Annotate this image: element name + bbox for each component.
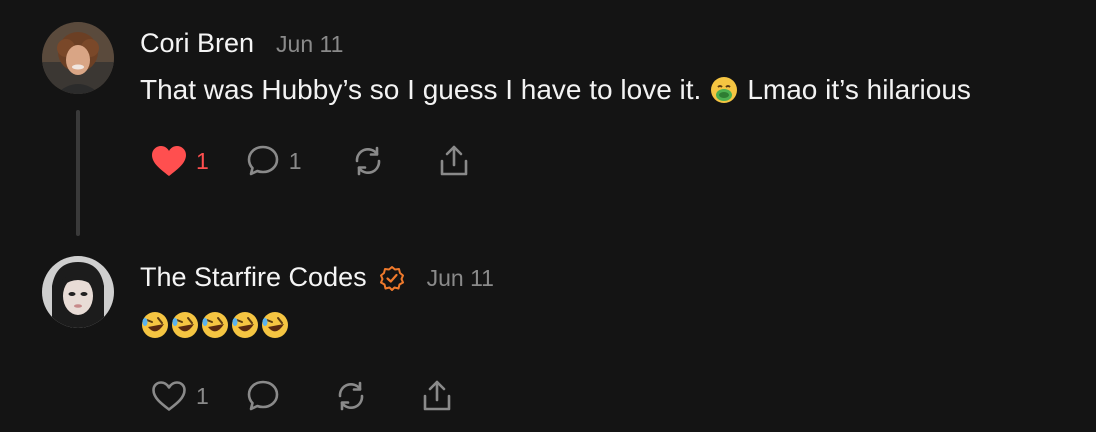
repost-button[interactable] — [350, 143, 386, 179]
share-icon — [419, 378, 455, 414]
heart-outline-icon — [150, 379, 188, 413]
reply-button[interactable] — [245, 378, 281, 414]
post-text-before: That was Hubby’s so I guess I have to lo… — [140, 74, 702, 105]
rolling-laughing-emoji-icon — [170, 310, 200, 340]
post-date[interactable]: Jun 11 — [276, 31, 343, 58]
repost-icon — [333, 378, 369, 414]
share-icon — [436, 143, 472, 179]
like-count: 1 — [196, 382, 209, 409]
post-date[interactable]: Jun 11 — [427, 265, 494, 292]
post-cori-bren: Cori Bren Jun 11 That was Hubby’s so I g… — [0, 0, 1096, 240]
rolling-laughing-emoji-icon — [260, 310, 290, 340]
author-name[interactable]: Cori Bren — [140, 28, 254, 59]
like-count: 1 — [196, 147, 209, 174]
author-name[interactable]: The Starfire Codes — [140, 262, 367, 293]
reply-count: 1 — [288, 147, 302, 174]
rolling-laughing-emoji-icon — [200, 310, 230, 340]
comment-icon — [245, 378, 281, 414]
rolling-laughing-emoji-icon — [140, 310, 170, 340]
like-button[interactable]: 1 — [150, 144, 209, 178]
repost-icon — [350, 143, 386, 179]
post-text — [140, 310, 290, 340]
post-header: The Starfire Codes Jun 11 — [140, 262, 494, 293]
verified-badge-icon — [379, 265, 405, 291]
thread-line — [76, 110, 80, 236]
comment-icon — [245, 143, 281, 179]
rolling-laughing-emoji-icon — [230, 310, 260, 340]
heart-filled-icon — [150, 144, 188, 178]
share-button[interactable] — [419, 378, 455, 414]
post-starfire-codes: The Starfire Codes Jun 11 1 — [0, 240, 1096, 432]
like-button[interactable]: 1 — [150, 379, 209, 413]
post-actions: 1 1 — [150, 141, 472, 181]
reply-button[interactable]: 1 — [245, 143, 302, 179]
avatar[interactable] — [42, 22, 114, 94]
post-text-after: Lmao it’s hilarious — [747, 74, 971, 105]
avatar[interactable] — [42, 256, 114, 328]
post-actions: 1 — [150, 376, 455, 416]
post-header: Cori Bren Jun 11 — [140, 28, 343, 59]
repost-button[interactable] — [333, 378, 369, 414]
nauseated-face-icon — [709, 75, 739, 105]
share-button[interactable] — [436, 143, 472, 179]
post-text: That was Hubby’s so I guess I have to lo… — [140, 74, 971, 106]
